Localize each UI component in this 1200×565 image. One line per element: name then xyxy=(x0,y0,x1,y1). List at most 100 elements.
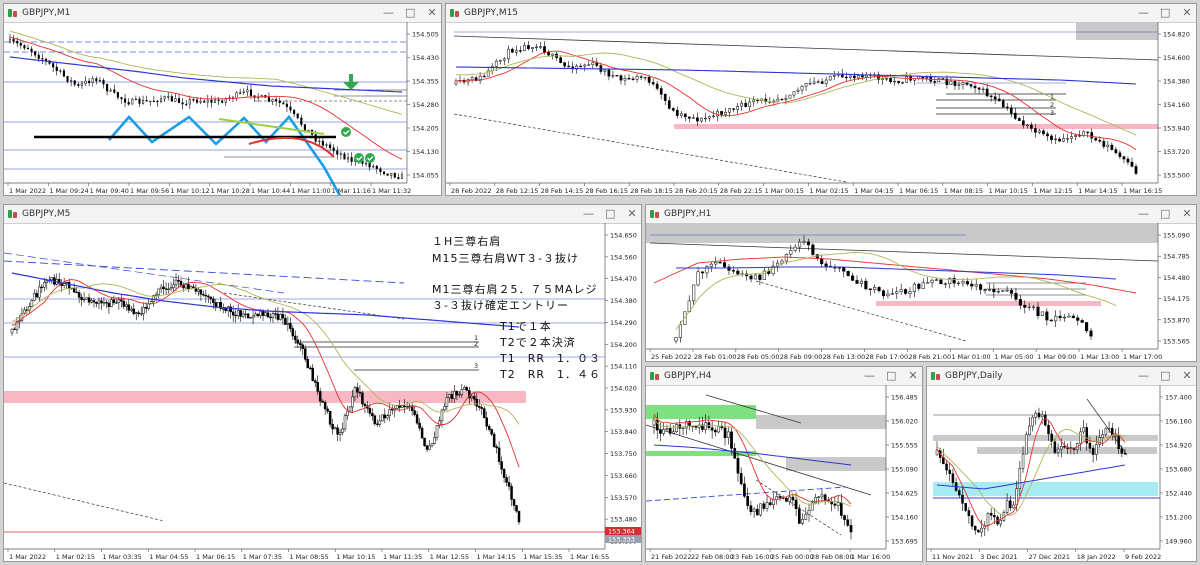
close-button[interactable]: ✕ xyxy=(427,6,437,20)
restore-button[interactable]: □ xyxy=(405,6,415,20)
close-button[interactable]: ✕ xyxy=(627,207,637,221)
candle-body xyxy=(957,84,961,86)
time-tick-label: 1 Mar 10:15 xyxy=(336,553,375,561)
candle-body xyxy=(235,92,238,99)
minimize-button[interactable]: — xyxy=(1138,369,1149,383)
candle-body xyxy=(662,429,666,434)
candle-body xyxy=(736,458,740,474)
window-titlebar[interactable]: GBPJPY,M5 — □ ✕ xyxy=(4,205,641,224)
minimize-button[interactable]: — xyxy=(583,207,594,221)
candle-body xyxy=(675,424,678,433)
price-chart-h1[interactable]: 155.090 154.785 154.480 154.175 153.870 153.5… xyxy=(646,223,1196,361)
minimize-button[interactable]: — xyxy=(1138,207,1149,221)
candle-body xyxy=(372,165,375,168)
candle-body xyxy=(1021,453,1025,469)
candle-body xyxy=(788,496,791,502)
restore-button[interactable]: □ xyxy=(605,207,615,221)
price-tick-label: 157.400 xyxy=(1165,394,1192,402)
candle-body xyxy=(980,527,983,533)
candle-body xyxy=(836,502,840,506)
candle-body xyxy=(167,288,170,290)
price-tick-label: 153.720 xyxy=(1163,148,1190,156)
chart-window-h4[interactable]: GBPJPY,H4 — □ ✕ 156.485 156.020 155.555 155.0… xyxy=(645,366,923,562)
price-chart-daily[interactable]: 157.400 156.160 154.920 153.680 152.440 151.2… xyxy=(927,385,1196,561)
minimize-button[interactable]: — xyxy=(1138,6,1149,20)
chart-window-m5[interactable]: GBPJPY,M5 — □ ✕ 1 2 3 154.650 154.560 154.470 15… xyxy=(3,204,642,562)
candle-body xyxy=(912,283,916,292)
candle-body xyxy=(1123,453,1127,455)
candle-body xyxy=(145,100,148,102)
price-tick-label: 153.750 xyxy=(610,450,637,458)
candle-body xyxy=(961,82,965,85)
annotation-m1-pattern: M1三尊右肩２5．７５MAレジ xyxy=(432,283,598,296)
candle-body xyxy=(1049,319,1053,322)
window-titlebar[interactable]: GBPJPY,H1 — □ ✕ xyxy=(646,205,1196,224)
window-titlebar[interactable]: GBPJPY,H4 — □ ✕ xyxy=(646,367,922,386)
candle-body xyxy=(294,335,297,341)
candle-body xyxy=(242,91,245,93)
candle-body xyxy=(115,302,118,304)
minimize-button[interactable]: — xyxy=(864,369,875,383)
candle-body xyxy=(726,431,730,438)
chart-icon xyxy=(650,371,660,381)
chart-window-h1[interactable]: GBPJPY,H1 — □ ✕ 155.090 154.785 154.480 154.1… xyxy=(645,204,1197,362)
candle-body xyxy=(159,98,163,103)
candle-body xyxy=(1009,290,1014,294)
candle-body xyxy=(958,490,961,496)
candle-body xyxy=(890,293,894,295)
candle-body xyxy=(1013,112,1017,119)
restore-button[interactable]: □ xyxy=(1160,6,1170,20)
price-tick-label: 156.020 xyxy=(891,418,918,426)
price-chart-h4[interactable]: 156.485 156.020 155.555 155.090 154.625 154.1… xyxy=(646,385,922,561)
window-titlebar[interactable]: GBPJPY,M15 — □ ✕ xyxy=(446,4,1196,23)
candle-body xyxy=(759,503,762,516)
candle-body xyxy=(159,286,163,290)
candle-body xyxy=(523,45,526,52)
chart-window-daily[interactable]: GBPJPY,Daily — □ ✕ 157.400 156.160 154.920 15… xyxy=(926,366,1197,562)
candle-body xyxy=(559,57,562,63)
restore-button[interactable]: □ xyxy=(1160,207,1170,221)
chart-window-m1[interactable]: GBPJPY,M1 — □ ✕ 154.505 154.430 154.355 154.2… xyxy=(3,3,442,196)
candle-body xyxy=(864,280,868,290)
price-chart-m1[interactable]: 154.505 154.430 154.355 154.280 154.205 154.1… xyxy=(4,22,441,195)
candle-body xyxy=(147,303,150,309)
candle-body xyxy=(794,499,798,510)
candle-body xyxy=(712,115,715,118)
restore-button[interactable]: □ xyxy=(1160,369,1170,383)
candle-body xyxy=(293,109,296,115)
candle-body xyxy=(824,263,828,267)
candle-body xyxy=(515,505,518,512)
annotation-rr-t2: T2 RR 1．４６ xyxy=(500,368,602,381)
candle-body xyxy=(381,414,384,422)
candle-body xyxy=(204,294,208,297)
price-tick-label: 154.160 xyxy=(1163,101,1190,109)
price-chart-m15[interactable]: 123154.820154.600154.380154.160153.94015… xyxy=(446,22,1196,195)
close-button[interactable]: ✕ xyxy=(908,369,918,383)
close-button[interactable]: ✕ xyxy=(1182,6,1192,20)
chart-window-m15[interactable]: GBPJPY,M15 — □ ✕ 1 2 3 154.820 154.600 154.380 1… xyxy=(445,3,1197,196)
window-titlebar[interactable]: GBPJPY,M1 — □ ✕ xyxy=(4,4,441,23)
candle-body xyxy=(772,499,775,505)
candle-body xyxy=(209,296,213,300)
window-titlebar[interactable]: GBPJPY,Daily — □ ✕ xyxy=(927,367,1196,386)
candle-body xyxy=(1046,133,1049,137)
candle-body xyxy=(970,515,974,527)
candle-body xyxy=(207,295,210,298)
price-tick-label: 154.625 xyxy=(891,490,918,498)
minimize-button[interactable]: — xyxy=(383,6,394,20)
candle-body xyxy=(717,426,720,433)
restore-button[interactable]: □ xyxy=(886,369,896,383)
price-tick-label: 149.960 xyxy=(1165,538,1192,546)
candle-body xyxy=(203,100,206,103)
candle-body xyxy=(925,76,929,79)
price-chart-m5[interactable]: 123154.650154.560154.470154.380154.29015… xyxy=(4,223,641,561)
candle-body xyxy=(428,445,431,450)
candle-body xyxy=(105,302,108,304)
close-button[interactable]: ✕ xyxy=(1182,369,1192,383)
candle-body xyxy=(45,280,49,283)
candle-body xyxy=(172,284,175,288)
close-button[interactable]: ✕ xyxy=(1182,207,1192,221)
candle-body xyxy=(784,97,788,100)
candle-body xyxy=(709,263,713,267)
candle-body xyxy=(765,502,769,509)
